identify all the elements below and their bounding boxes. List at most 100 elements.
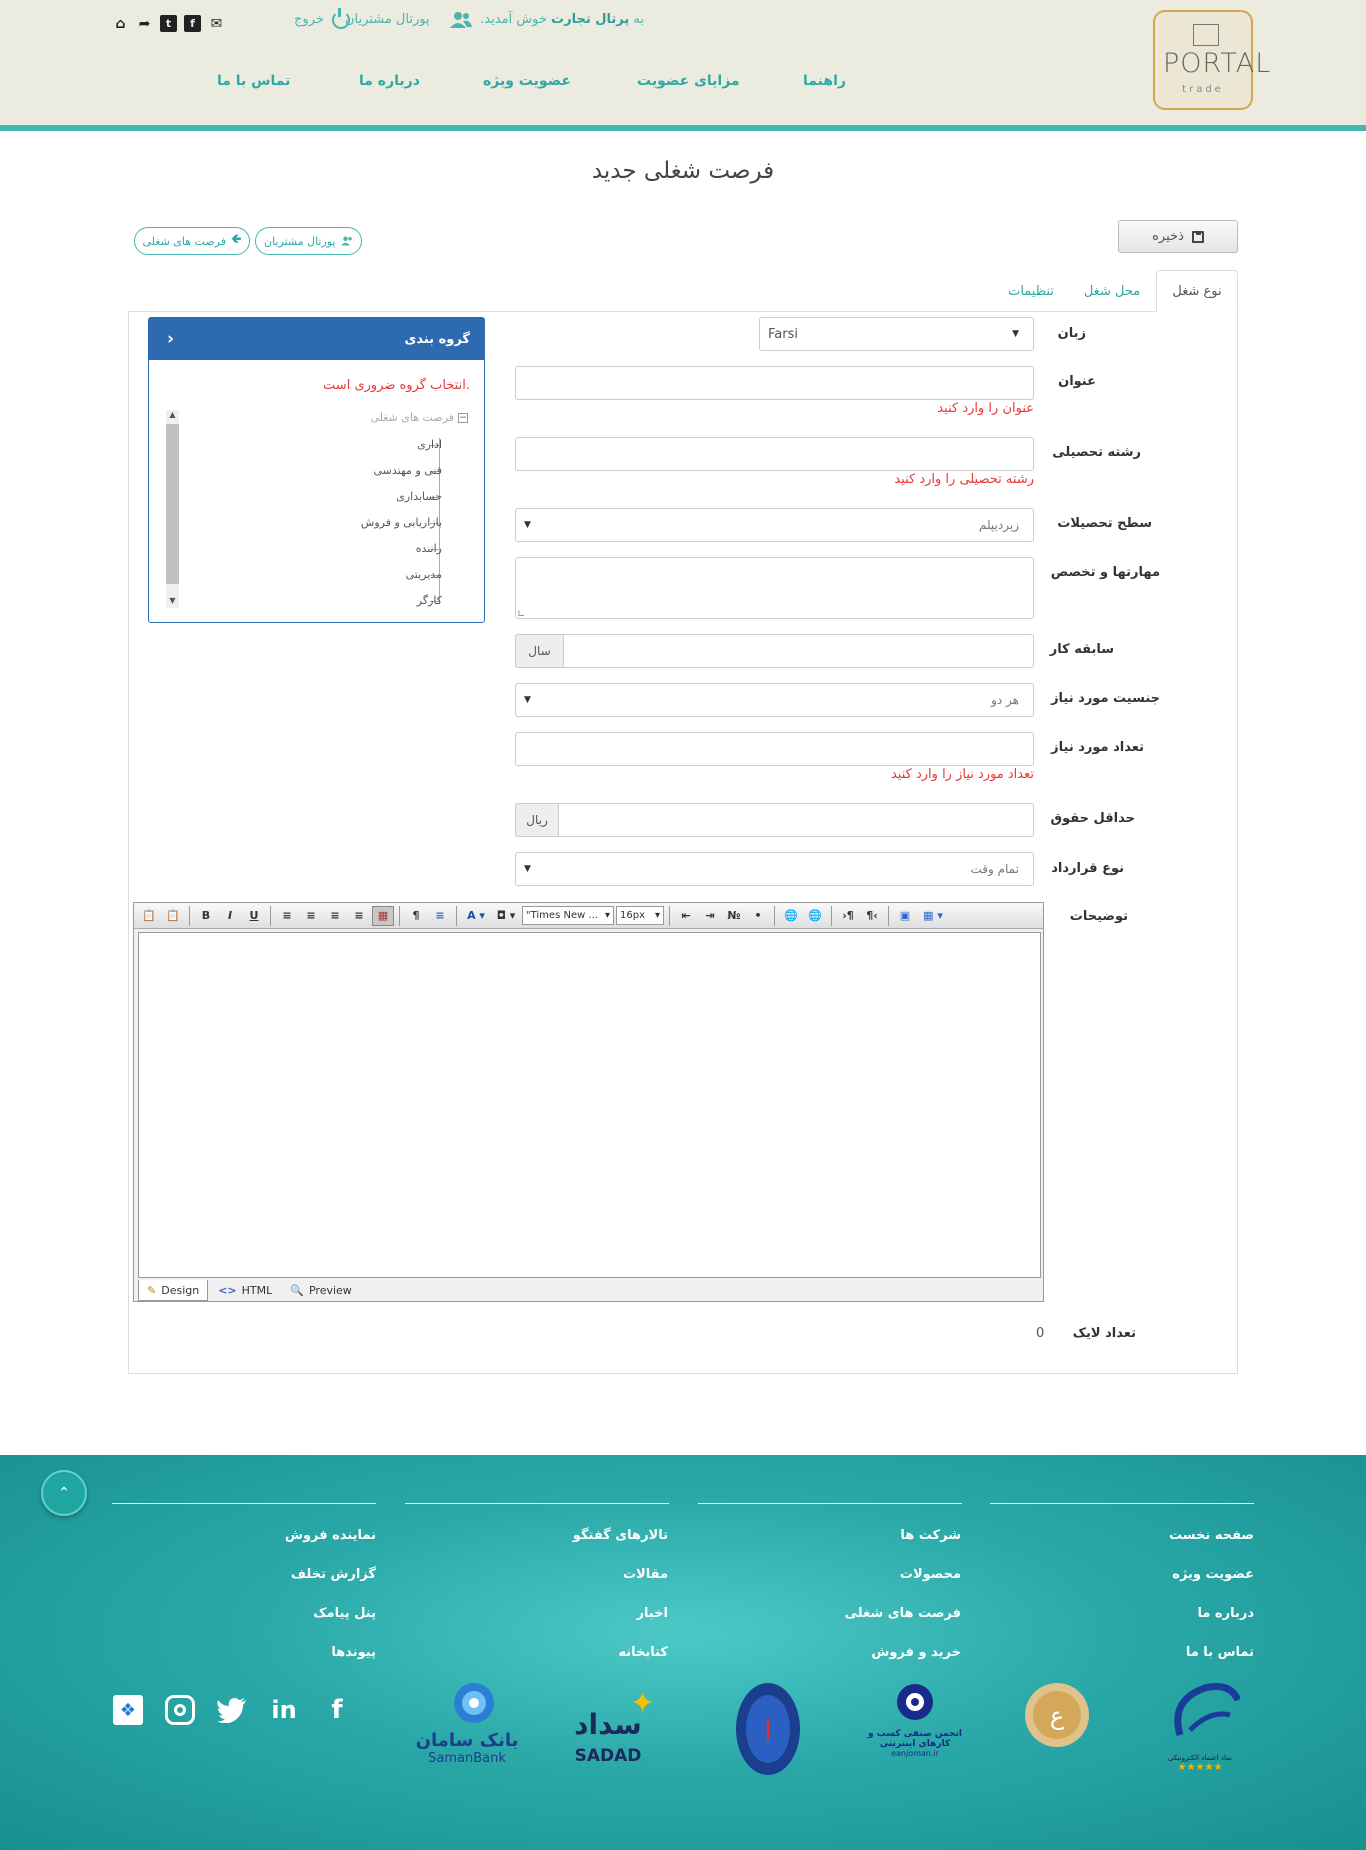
footer-link-report-abuse[interactable]: گزارش تخلف — [291, 1567, 376, 1582]
skills-textarea[interactable]: ∟ — [515, 557, 1034, 620]
tree-item[interactable]: فنی و مهندسی — [374, 464, 443, 477]
align-justify-icon[interactable]: ≡ — [348, 906, 370, 926]
instagram-icon[interactable] — [164, 1694, 196, 1726]
editor-tab-preview[interactable]: 🔍 Preview — [282, 1280, 360, 1301]
align-center-icon[interactable]: ≡ — [300, 906, 322, 926]
tree-scroll-thumb[interactable] — [166, 424, 179, 584]
facebook-icon[interactable]: f — [321, 1694, 353, 1726]
align-right-icon[interactable]: ≡ — [324, 906, 346, 926]
font-size-dropdown[interactable]: 16px ▾ — [616, 906, 664, 925]
remove-link-icon[interactable]: 🌐 — [804, 906, 826, 926]
footer-link-contact[interactable]: تماس با ما — [1186, 1645, 1254, 1660]
resize-grip-icon[interactable]: ∟ — [517, 609, 525, 620]
twitter-icon[interactable]: t — [160, 15, 177, 32]
bold-icon[interactable]: B — [195, 906, 217, 926]
tree-item[interactable]: بازاریابی و فروش — [361, 516, 442, 529]
sadad-badge[interactable]: ✦ سداد SADAD — [568, 1680, 668, 1766]
samandehi-badge[interactable]: ع — [1022, 1680, 1092, 1760]
nav-guide[interactable]: راهنما — [803, 73, 846, 89]
tree-item[interactable]: اداری — [417, 438, 442, 451]
footer-link-jobs[interactable]: فرصت های شغلی — [845, 1606, 961, 1621]
insert-link-icon[interactable]: 🌐 — [780, 906, 802, 926]
scroll-up-icon[interactable]: ▲ — [166, 410, 179, 419]
save-button[interactable]: ذخیره — [1118, 220, 1238, 253]
share-icon[interactable]: ➦ — [136, 15, 153, 32]
breadcrumb-customer-portal[interactable]: پورتال مشتریان — [255, 227, 362, 255]
scroll-to-top-button[interactable]: ⌃ — [41, 1470, 87, 1516]
chevron-right-icon[interactable]: › — [167, 329, 174, 349]
paragraph-icon[interactable]: ¶ — [405, 906, 427, 926]
footer-link-buy-sell[interactable]: خرید و فروش — [871, 1645, 961, 1660]
tab-settings[interactable]: تنظیمات — [992, 270, 1070, 312]
collapse-icon[interactable]: − — [458, 412, 468, 423]
footer-link-news[interactable]: اخبار — [637, 1606, 669, 1621]
footer-link-articles[interactable]: مقالات — [623, 1567, 668, 1582]
tree-item[interactable]: حسابداری — [396, 490, 442, 503]
ltr-icon[interactable]: ›¶ — [837, 906, 859, 926]
breadcrumb-job-opportunities[interactable]: فرصت های شغلی 🢀 — [134, 227, 250, 255]
align-none-icon[interactable]: ▦ — [372, 905, 394, 926]
tree-root[interactable]: فرصت های شغلی − — [370, 411, 468, 424]
footer-link-products[interactable]: محصولات — [900, 1567, 961, 1582]
required-count-input[interactable] — [515, 732, 1034, 766]
highlight-icon[interactable]: ◘ ▾ — [492, 906, 520, 926]
footer-link-sales-rep[interactable]: نماینده فروش — [285, 1528, 376, 1543]
font-color-icon[interactable]: A ▾ — [462, 906, 490, 926]
editor-tab-design[interactable]: ✎ Design — [138, 1280, 209, 1301]
editor-tab-html[interactable]: <> HTML — [210, 1280, 280, 1301]
font-name-dropdown[interactable]: "Times New ... ▾ — [522, 906, 614, 925]
scroll-down-icon[interactable]: ▼ — [166, 596, 179, 605]
nav-contact[interactable]: تماس با ما — [217, 73, 290, 89]
twitter-icon[interactable] — [216, 1694, 248, 1726]
footer-link-library[interactable]: کتابخانه — [618, 1645, 668, 1660]
saman-bank-badge[interactable]: بانک سامان SamanBank — [412, 1680, 522, 1780]
contract-type-select[interactable]: ▼ تمام وقت — [515, 852, 1034, 886]
paste-text-icon[interactable]: 📋 — [162, 906, 184, 926]
footer-link-home[interactable]: صفحه نخست — [1169, 1528, 1254, 1543]
align-left-icon[interactable]: ≡ — [276, 906, 298, 926]
experience-input[interactable] — [515, 634, 1034, 668]
title-input[interactable] — [515, 366, 1034, 400]
tree-item[interactable]: کارگر — [417, 594, 442, 607]
ordered-list-icon[interactable]: № — [723, 906, 745, 926]
footer-link-companies[interactable]: شرکت ها — [900, 1528, 961, 1543]
footer-link-about[interactable]: درباره ما — [1197, 1606, 1254, 1621]
rtl-icon[interactable]: ¶‹ — [861, 906, 883, 926]
indent-icon[interactable]: ⇥ — [699, 906, 721, 926]
education-level-select[interactable]: ▼ زیردیپلم — [515, 508, 1034, 542]
nav-about[interactable]: درباره ما — [359, 73, 420, 89]
tree-item[interactable]: مدیریتی — [406, 568, 442, 581]
editor-content-area[interactable] — [138, 932, 1041, 1278]
tab-job-location[interactable]: محل شغل — [1072, 270, 1152, 312]
footer-link-forums[interactable]: تالارهای گفتگو — [573, 1528, 668, 1543]
facebook-icon[interactable]: f — [184, 15, 201, 32]
gender-select[interactable]: ▼ هر دو — [515, 683, 1034, 717]
insert-table-icon[interactable]: ▦ ▾ — [918, 906, 948, 926]
nav-special-membership[interactable]: عضویت ویژه — [483, 73, 571, 89]
field-of-study-input[interactable] — [515, 437, 1034, 471]
nav-membership-benefits[interactable]: مزایای عضویت — [637, 73, 740, 89]
footer-link-sms-panel[interactable]: پنل پیامک — [313, 1606, 376, 1621]
bank-melli-badge[interactable]: ا — [733, 1680, 803, 1780]
logout-link[interactable]: خروج — [294, 12, 324, 27]
tree-item[interactable]: راننده — [416, 542, 442, 555]
mail-icon[interactable]: ✉ — [208, 15, 225, 32]
underline-icon[interactable]: U — [243, 906, 265, 926]
enamad-badge[interactable]: نماد اعتماد الکترونیکی ★★★★★ — [1160, 1680, 1242, 1810]
linkedin-icon[interactable]: in — [268, 1694, 300, 1726]
home-icon[interactable]: ⌂ — [112, 15, 129, 32]
paste-icon[interactable]: 📋 — [138, 906, 160, 926]
language-select[interactable]: ▼ Farsi — [759, 317, 1034, 351]
bullet-list-icon[interactable]: • — [747, 906, 769, 926]
footer-link-special-membership[interactable]: عضویت ویژه — [1172, 1567, 1254, 1582]
insert-image-icon[interactable]: ▣ — [894, 906, 916, 926]
aparat-icon[interactable]: ❖ — [112, 1694, 144, 1726]
anjoman-badge[interactable]: انجمن صنفی کسب و کارهای اینترنتی eanjoma… — [862, 1680, 968, 1770]
site-logo[interactable]: PORTAL trade — [1153, 10, 1270, 110]
power-icon[interactable] — [332, 8, 350, 29]
min-salary-input[interactable] — [515, 803, 1034, 837]
tab-job-type[interactable]: نوع شغل — [1156, 270, 1238, 312]
customer-portal-link[interactable]: پورتال مشتریان — [345, 12, 430, 27]
footer-link-links[interactable]: پیوندها — [331, 1645, 376, 1660]
outdent-icon[interactable]: ⇤ — [675, 906, 697, 926]
